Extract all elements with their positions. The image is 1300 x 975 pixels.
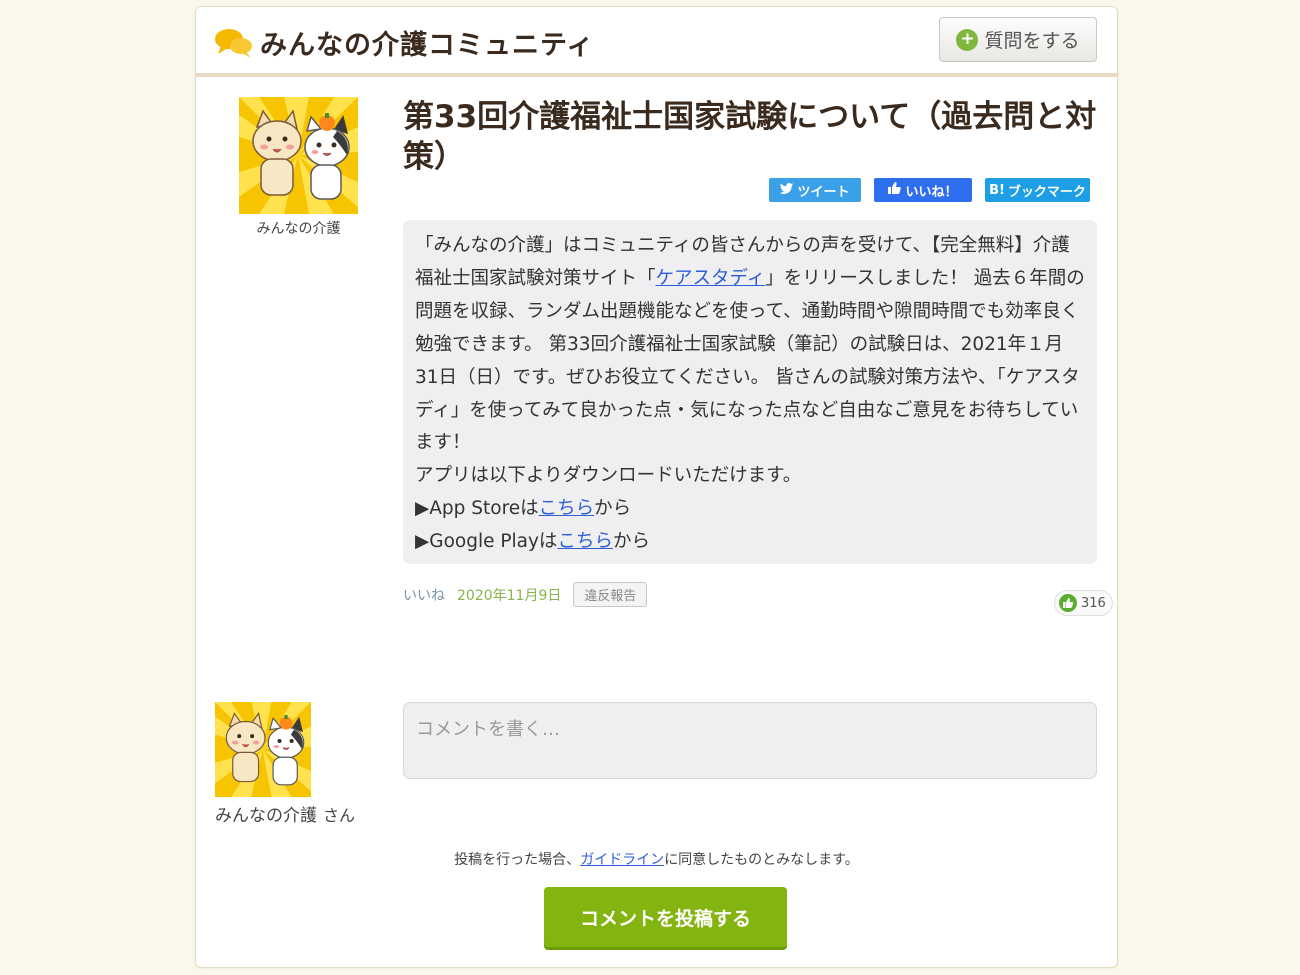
body-text: から (594, 498, 632, 520)
site-name: みんなの介護コミュニティ (260, 30, 595, 61)
ask-question-label: 質問をする (984, 30, 1080, 52)
like-count: 316 (1081, 595, 1106, 611)
post-paragraph-2: アプリは以下よりダウンロードいただけます。 (415, 465, 802, 487)
tweet-label: ツイート (797, 184, 850, 200)
hatena-b-icon: B! (989, 182, 1005, 198)
plus-icon: + (956, 28, 979, 51)
tweet-button[interactable]: ツイート (769, 178, 861, 202)
chat-bubbles-icon (214, 25, 254, 61)
guideline-link[interactable]: ガイドライン (580, 852, 664, 868)
main-card: みんなの介護コミュニティ + 質問をする みんなの介護 第33回介護福祉士国家試… (195, 6, 1118, 968)
commenter-name-text: みんなの介護 (215, 806, 317, 826)
like-count-badge[interactable]: 316 (1054, 590, 1113, 616)
google-play-line: ▶Google Playはこちらから (415, 526, 1085, 559)
google-play-link[interactable]: こちら (557, 531, 613, 552)
post-meta: いいね 2020年11月9日 違反報告 (403, 582, 648, 607)
body-text: 」をリリースしました！ 過去６年間の問題を収録、ランダム出題機能などを使って、通… (415, 267, 1085, 454)
post-date: 2020年11月9日 (457, 587, 562, 604)
body-text: ▶Google Playは (415, 531, 558, 553)
facebook-like-button[interactable]: いいね！ (874, 178, 972, 202)
commenter-avatar (215, 702, 311, 797)
body-text: ▶App Storeは (415, 498, 539, 520)
app-store-link[interactable]: こちら (539, 498, 595, 519)
post-paragraph-1: 「みんなの介護」はコミュニティの皆さんからの声を受けて、【完全無料】介護福祉士国… (415, 230, 1085, 460)
guideline-text: に同意したものとみなします。 (664, 852, 859, 868)
post-title: 第33回介護福祉士国家試験について（過去問と対策） (403, 99, 1097, 175)
comment-input[interactable] (403, 702, 1097, 779)
ask-question-button[interactable]: + 質問をする (939, 17, 1097, 62)
like-share-label: いいね！ (905, 184, 958, 200)
post-body: 「みんなの介護」はコミュニティの皆さんからの声を受けて、【完全無料】介護福祉士国… (403, 220, 1097, 564)
body-text: から (612, 531, 650, 553)
care-study-link[interactable]: ケアスタディ (656, 268, 766, 289)
author-avatar[interactable] (239, 97, 358, 214)
author-name[interactable]: みんなの介護 (226, 218, 371, 238)
site-logo[interactable]: みんなの介護コミュニティ (214, 23, 594, 62)
guideline-note: 投稿を行った場合、ガイドラインに同意したものとみなします。 (196, 849, 1117, 869)
thumbs-up-icon (1059, 594, 1077, 612)
like-link[interactable]: いいね (403, 585, 445, 605)
report-button[interactable]: 違反報告 (573, 582, 648, 607)
thumbs-up-icon (888, 182, 902, 198)
twitter-bird-icon (780, 182, 794, 198)
guideline-text: 投稿を行った場合、 (454, 852, 581, 868)
app-store-line: ▶App Storeはこちらから (415, 493, 1085, 526)
site-header: みんなの介護コミュニティ + 質問をする (196, 7, 1117, 77)
hatena-bookmark-button[interactable]: B! ブックマーク (985, 178, 1090, 202)
submit-comment-button[interactable]: コメントを投稿する (544, 887, 787, 947)
bookmark-label: ブックマーク (1007, 184, 1086, 200)
honorific-suffix: さん (323, 806, 356, 825)
commenter-name: みんなの介護 さん (215, 801, 355, 826)
